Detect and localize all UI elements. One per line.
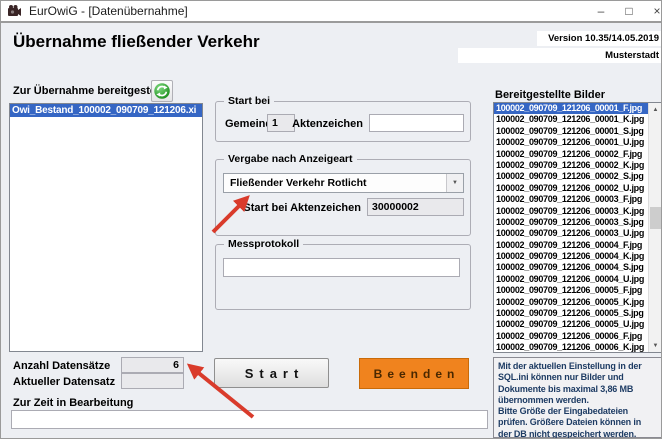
location-label: Musterstadt	[458, 48, 662, 63]
refresh-button[interactable]	[151, 80, 173, 102]
list-item[interactable]: 100002_090709_121206_00003_S.jpg	[494, 217, 648, 228]
aktueller-datensatz-field[interactable]	[121, 373, 184, 389]
list-item[interactable]: Owi_Bestand_100002_090709_121206.xi	[10, 104, 202, 117]
aktueller-datensatz-label: Aktueller Datensatz	[13, 376, 115, 388]
list-item[interactable]: 100002_090709_121206_00004_K.jpg	[494, 251, 648, 262]
anzeigeart-dropdown[interactable]: Fließender Verkehr Rotlicht ▼	[223, 173, 464, 193]
list-item[interactable]: 100002_090709_121206_00005_U.jpg	[494, 319, 648, 330]
messprotokoll-field[interactable]	[223, 258, 460, 277]
maximize-button[interactable]: □	[615, 1, 643, 21]
list-item[interactable]: 100002_090709_121206_00002_K.jpg	[494, 160, 648, 171]
scroll-down-icon[interactable]: ▼	[649, 339, 662, 352]
list-item[interactable]: 100002_090709_121206_00005_F.jpg	[494, 285, 648, 296]
list-item[interactable]: 100002_090709_121206_00004_U.jpg	[494, 274, 648, 285]
list-item[interactable]: 100002_090709_121206_00001_K.jpg	[494, 114, 648, 125]
list-item[interactable]: 100002_090709_121206_00006_F.jpg	[494, 331, 648, 342]
list-item[interactable]: 100002_090709_121206_00005_S.jpg	[494, 308, 648, 319]
page-title: Übernahme fließender Verkehr	[13, 32, 260, 52]
images-list-label: Bereitgestellte Bilder	[495, 89, 605, 101]
scrollbar-thumb[interactable]	[650, 207, 661, 229]
list-item[interactable]: 100002_090709_121206_00004_F.jpg	[494, 240, 648, 251]
version-label: Version 10.35/14.05.2019	[537, 31, 662, 46]
anzahl-datensaetze-field[interactable]	[121, 357, 184, 373]
files-list-label: Zur Übernahme bereitgestellt	[13, 85, 166, 97]
beenden-button[interactable]: Beenden	[359, 358, 469, 389]
vergabe-group-title: Vergabe nach Anzeigeart	[224, 153, 357, 165]
app-window: EurOwiG - [Datenübernahme] – □ × Übernah…	[0, 0, 662, 439]
start-aktenzeichen-field[interactable]	[367, 198, 464, 216]
app-icon	[7, 4, 22, 19]
list-item[interactable]: 100002_090709_121206_00001_S.jpg	[494, 126, 648, 137]
list-item[interactable]: 100002_090709_121206_00003_U.jpg	[494, 228, 648, 239]
aktenzeichen-label: Aktenzeichen	[281, 118, 363, 130]
list-item[interactable]: 100002_090709_121206_00003_K.jpg	[494, 206, 648, 217]
bearbeitung-field[interactable]	[11, 410, 488, 429]
size-warning-text: Mit der aktuellen Einstellung in der SQL…	[493, 357, 662, 438]
messprotokoll-group: Messprotokoll	[215, 244, 471, 310]
images-listbox[interactable]: 100002_090709_121206_00001_F.jpg100002_0…	[493, 102, 662, 353]
list-item[interactable]: 100002_090709_121206_00005_K.jpg	[494, 297, 648, 308]
files-listbox[interactable]: Owi_Bestand_100002_090709_121206.xi	[9, 103, 203, 352]
start-aktenzeichen-label: Start bei Aktenzeichen	[231, 202, 361, 214]
minimize-button[interactable]: –	[587, 1, 615, 21]
messprotokoll-group-title: Messprotokoll	[224, 238, 303, 250]
aktenzeichen-field[interactable]	[369, 114, 464, 132]
start-bei-group-title: Start bei	[224, 95, 274, 107]
window-title: EurOwiG - [Datenübernahme]	[29, 4, 188, 18]
list-item[interactable]: 100002_090709_121206_00001_U.jpg	[494, 137, 648, 148]
list-item[interactable]: 100002_090709_121206_00002_U.jpg	[494, 183, 648, 194]
refresh-icon	[153, 82, 171, 100]
list-item[interactable]: 100002_090709_121206_00003_F.jpg	[494, 194, 648, 205]
list-item[interactable]: 100002_090709_121206_00006_K.jpg	[494, 342, 648, 352]
anzeigeart-selected-value: Fließender Verkehr Rotlicht	[224, 177, 446, 189]
scroll-up-icon[interactable]: ▲	[649, 103, 662, 116]
close-button[interactable]: ×	[643, 1, 662, 21]
list-item[interactable]: 100002_090709_121206_00004_S.jpg	[494, 262, 648, 273]
bearbeitung-label: Zur Zeit in Bearbeitung	[13, 397, 133, 409]
anzahl-datensaetze-label: Anzahl Datensätze	[13, 360, 110, 372]
list-item[interactable]: 100002_090709_121206_00001_F.jpg	[494, 103, 648, 114]
list-item[interactable]: 100002_090709_121206_00002_F.jpg	[494, 149, 648, 160]
list-item[interactable]: 100002_090709_121206_00002_S.jpg	[494, 171, 648, 182]
start-button[interactable]: Start	[214, 358, 329, 388]
chevron-down-icon[interactable]: ▼	[446, 174, 463, 192]
titlebar: EurOwiG - [Datenübernahme] – □ ×	[1, 1, 662, 23]
images-scrollbar[interactable]: ▲ ▼	[648, 103, 661, 352]
